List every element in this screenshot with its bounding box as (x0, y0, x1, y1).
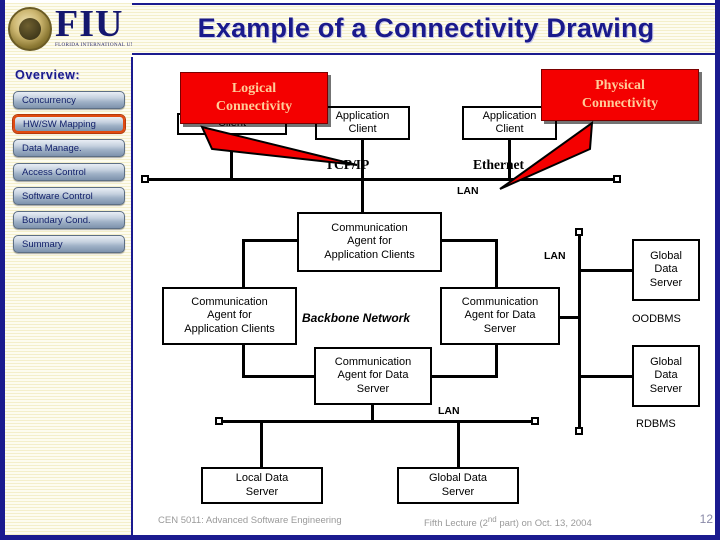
terminator-lan-right-bottom (575, 427, 583, 435)
terminator-lan-bottom-left (215, 417, 223, 425)
slide-bottom-border (0, 535, 720, 540)
terminator-lan-top-left (141, 175, 149, 183)
box-global-data-server-bottom: Global Data Server (397, 467, 519, 504)
callout-physical-connectivity: Physical Connectivity (541, 69, 699, 121)
page-number: 12 (699, 512, 713, 526)
fiu-logo-letters: FIU (55, 3, 124, 45)
sidebar-item-label: HW/SW Mapping (23, 118, 96, 130)
line-global-data-server-drop (457, 423, 460, 469)
slide-footer: CEN 5011: Advanced Software Engineering … (132, 512, 715, 532)
bus-lan-bottom (219, 420, 535, 423)
line-elbow-right-h (440, 239, 498, 242)
line-right-box-down (495, 345, 498, 378)
box-global-data-server-oodbms: Global Data Server (632, 239, 700, 301)
line-right-box-to-mid (429, 375, 498, 378)
footer-lecture-post: part) on Oct. 13, 2004 (496, 518, 592, 530)
fiu-logo-subtitle: FLORIDA INTERNATIONAL UNIVERSITY (55, 42, 132, 48)
connectivity-diagram: Client Application Client Application Cl… (132, 57, 715, 535)
terminator-lan-bottom-right (531, 417, 539, 425)
line-right-bus-to-gds2 (580, 375, 634, 378)
line-local-data-server-drop (260, 423, 263, 469)
sidebar-item-label: Summary (22, 238, 63, 250)
footer-lecture: Fifth Lecture (2nd part) on Oct. 13, 200… (424, 515, 592, 529)
line-left-box-down (242, 345, 245, 378)
sidebar-item-label: Boundary Cond. (22, 214, 91, 226)
footer-course: CEN 5011: Advanced Software Engineering (158, 515, 342, 526)
sidebar-item-data-manage[interactable]: Data Manage. (13, 139, 125, 157)
box-comm-agent-application-clients-left: Communication Agent for Application Clie… (162, 287, 297, 345)
fiu-seal-icon (8, 7, 52, 51)
line-right-bus-to-comm-agent (560, 316, 580, 319)
label-backbone-network: Backbone Network (302, 311, 411, 325)
page-title: Example of a Connectivity Drawing (197, 12, 655, 43)
footer-lecture-pre: Fifth Lecture (2 (424, 518, 488, 530)
fiu-logo: FIU FLORIDA INTERNATIONAL UNIVERSITY (5, 3, 132, 55)
callout-logical-connectivity: Logical Connectivity (180, 72, 328, 124)
sidebar-item-label: Data Manage. (22, 142, 82, 154)
sidebar-item-label: Access Control (22, 166, 86, 178)
label-lan-bottom: LAN (438, 405, 460, 417)
box-comm-agent-application-clients-top: Communication Agent for Application Clie… (297, 212, 442, 272)
header-divider-top (132, 3, 715, 5)
sidebar-item-software-control[interactable]: Software Control (13, 187, 125, 205)
box-local-data-server: Local Data Server (201, 467, 323, 504)
sidebar: Overview: Concurrency HW/SW Mapping Data M… (5, 57, 133, 535)
label-lan-right: LAN (544, 250, 566, 262)
fiu-seal-center-icon (19, 18, 41, 40)
sidebar-item-concurrency[interactable]: Concurrency (13, 91, 125, 109)
box-comm-agent-data-server-right: Communication Agent for Data Server (440, 287, 560, 345)
sidebar-item-hw-sw-mapping[interactable]: HW/SW Mapping (13, 115, 125, 133)
header-divider-bottom (132, 53, 715, 55)
line-elbow-left-h (242, 239, 299, 242)
slide-right-border (715, 0, 720, 540)
slide-canvas: Example of a Connectivity Drawing FIU FL… (0, 0, 720, 540)
box-global-data-server-rdbms: Global Data Server (632, 345, 700, 407)
line-left-box-to-mid (242, 375, 317, 378)
line-right-bus-to-gds1 (580, 269, 634, 272)
bus-lan-right-vertical (578, 233, 581, 431)
terminator-lan-right-top (575, 228, 583, 236)
sidebar-item-label: Software Control (22, 190, 93, 202)
sidebar-item-summary[interactable]: Summary (13, 235, 125, 253)
sidebar-item-boundary-cond[interactable]: Boundary Cond. (13, 211, 125, 229)
box-comm-agent-data-server-middle: Communication Agent for Data Server (314, 347, 432, 405)
label-rdbms: RDBMS (636, 418, 676, 430)
sidebar-item-access-control[interactable]: Access Control (13, 163, 125, 181)
footer-lecture-superscript: nd (487, 515, 497, 524)
sidebar-heading: Overview: (15, 68, 81, 82)
sidebar-item-label: Concurrency (22, 94, 76, 106)
label-oodbms: OODBMS (632, 313, 681, 325)
